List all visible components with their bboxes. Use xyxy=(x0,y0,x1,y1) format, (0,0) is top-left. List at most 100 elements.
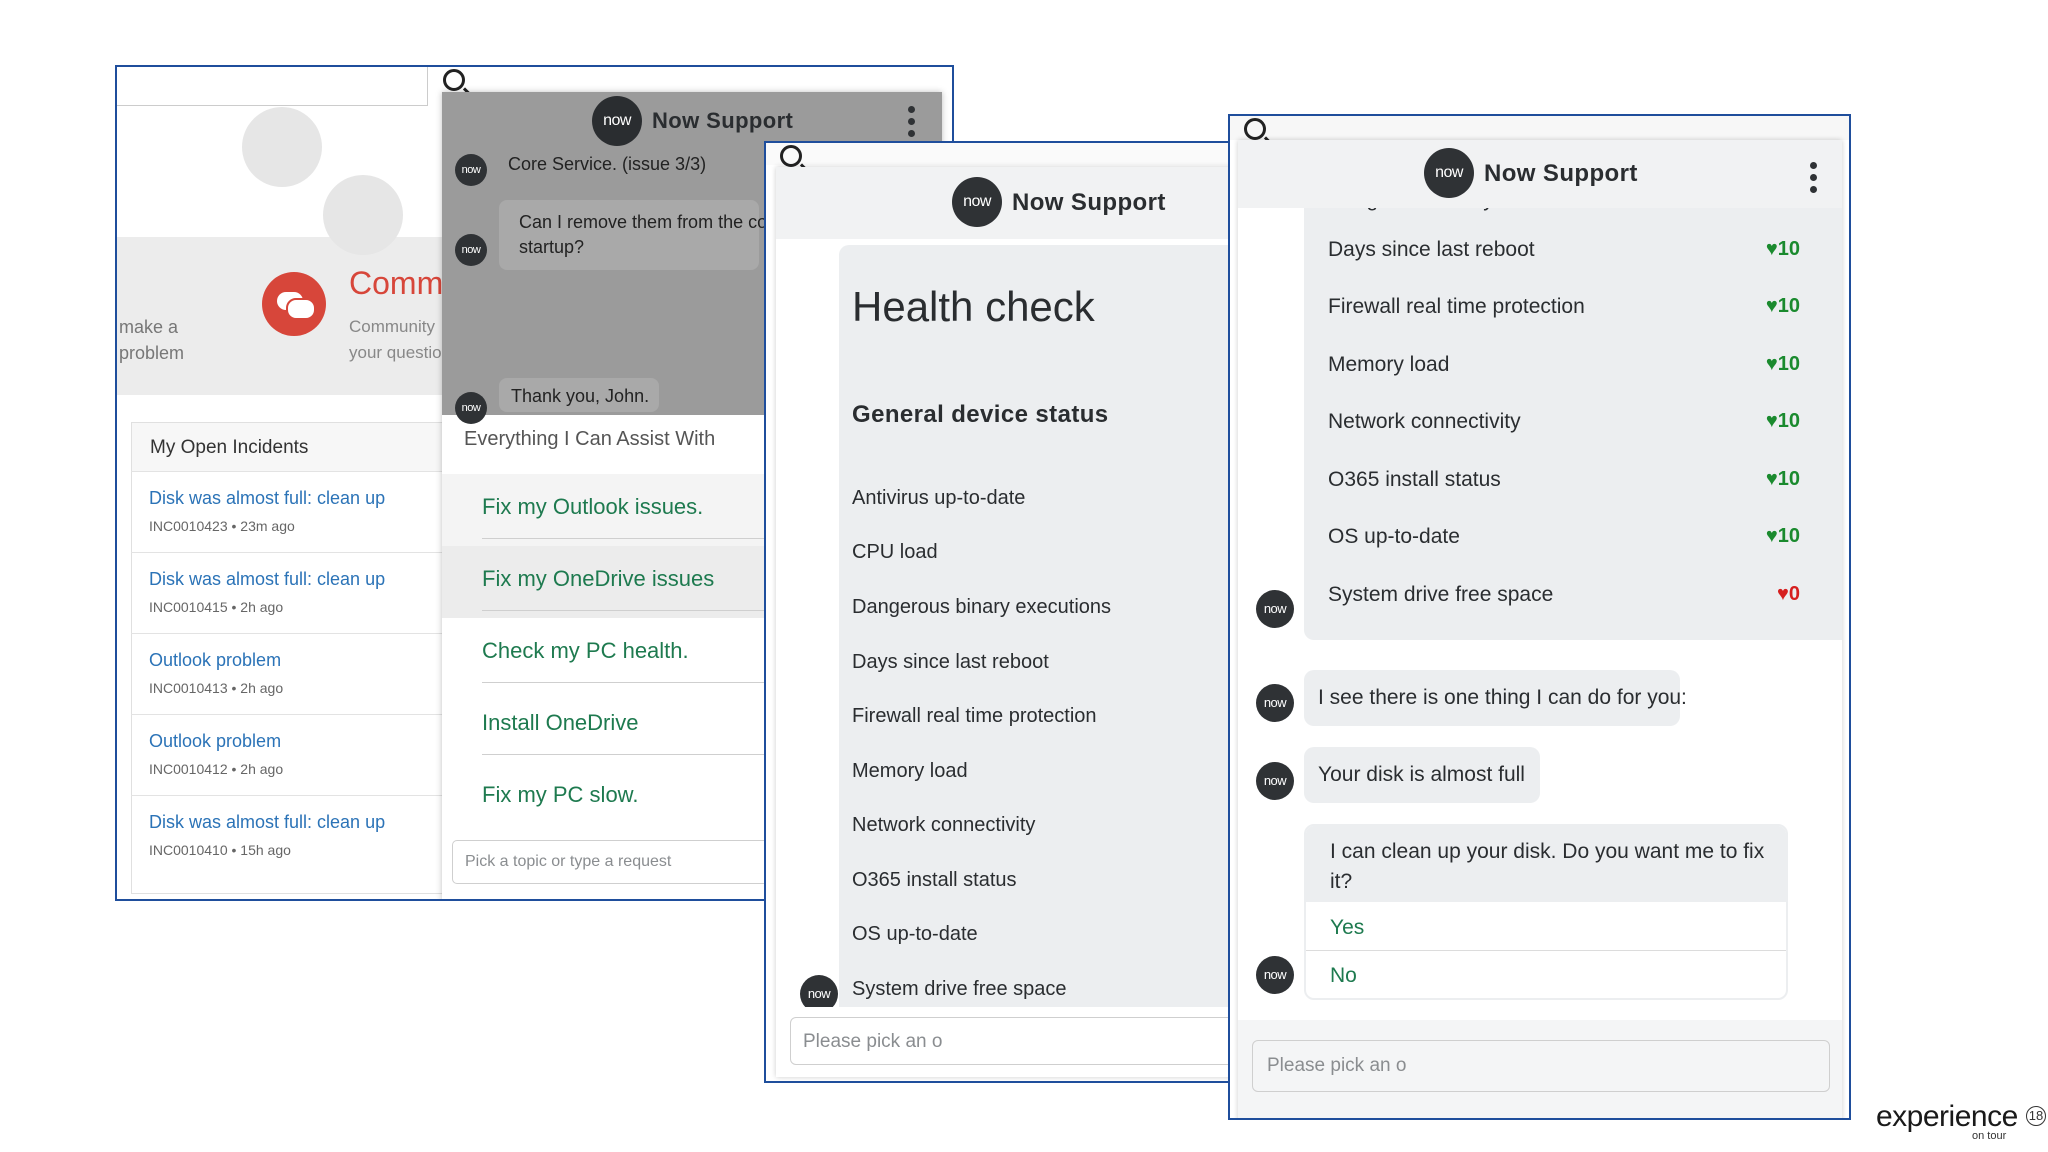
page-strip xyxy=(1230,116,1849,140)
now-avatar: now xyxy=(1256,590,1294,628)
stat-label: Network connectivity xyxy=(1328,410,1521,433)
option-no-button[interactable]: No xyxy=(1330,964,1357,988)
question-text: it? xyxy=(1330,870,1353,893)
now-avatar: now xyxy=(455,154,487,186)
stat-value: ♥0 xyxy=(1777,583,1800,605)
incident-row[interactable]: Outlook problem INC0010412 • 2h ago xyxy=(131,714,471,795)
incident-row[interactable]: Disk was almost full: clean up INC001041… xyxy=(131,795,471,876)
stat-row: Memory load ♥10 xyxy=(1328,337,1828,394)
chat-input-placeholder: Pick a topic or type a request xyxy=(465,853,672,870)
chat-widget: now Now Support Health check General dev… xyxy=(776,167,1255,1077)
more-menu-icon[interactable] xyxy=(908,106,915,142)
stat-row: OS up-to-date ♥10 xyxy=(1328,509,1828,566)
now-avatar: now xyxy=(1256,684,1294,722)
chip-onedrive[interactable]: Fix my OneDrive issues xyxy=(482,566,802,592)
chat-input-placeholder: Please pick an o xyxy=(1267,1055,1407,1076)
health-item: System drive free space xyxy=(852,978,1067,1000)
stat-label: OS up-to-date xyxy=(1328,525,1460,548)
health-title: Health check xyxy=(852,283,1095,330)
now-avatar: now xyxy=(1256,762,1294,800)
stat-value: ♥10 xyxy=(1765,353,1800,375)
stat-value: ♥10 xyxy=(1765,238,1800,260)
logo-subtext: on tour xyxy=(1972,1130,2007,1142)
chat-input-placeholder: Please pick an o xyxy=(803,1031,943,1052)
portal-search-bar[interactable] xyxy=(117,67,428,106)
chip-pc-slow[interactable]: Fix my PC slow. xyxy=(482,782,802,808)
assist-header: Everything I Can Assist With xyxy=(464,428,716,450)
chat-bubble: I see there is one thing I can do for yo… xyxy=(1304,670,1687,726)
stat-value: ♥10 xyxy=(1765,295,1800,317)
incident-link[interactable]: Disk was almost full: clean up xyxy=(149,488,385,509)
option-yes-button[interactable]: Yes xyxy=(1330,916,1364,940)
chat-header-title: Now Support xyxy=(1012,189,1166,216)
incident-link[interactable]: Disk was almost full: clean up xyxy=(149,812,385,833)
incident-row[interactable]: Disk was almost full: clean up INC001042… xyxy=(131,471,471,552)
health-item: Days since last reboot xyxy=(852,651,1049,673)
chat-message: I see there is one thing I can do for yo… xyxy=(1318,686,1687,709)
community-title[interactable]: Comm xyxy=(349,265,443,302)
stat-value: ♥10 xyxy=(1765,468,1800,490)
chat-message: Thank you, John. xyxy=(511,386,650,406)
incidents-header-label: My Open Incidents xyxy=(150,437,309,458)
incident-link[interactable]: Disk was almost full: clean up xyxy=(149,569,385,590)
incident-link[interactable]: Outlook problem xyxy=(149,731,281,752)
stat-label: Days since last reboot xyxy=(1328,238,1535,261)
incident-row[interactable]: Outlook problem INC0010413 • 2h ago xyxy=(131,633,471,714)
hero-text: problem xyxy=(119,343,185,363)
community-icon[interactable] xyxy=(262,272,326,336)
now-avatar: now xyxy=(1424,148,1474,198)
chip-install-onedrive[interactable]: Install OneDrive xyxy=(482,710,802,736)
incident-meta: INC0010423 • 23m ago xyxy=(149,518,295,534)
logo-text: experience xyxy=(1876,1100,2018,1133)
chip-outlook[interactable]: Fix my Outlook issues. xyxy=(482,494,802,520)
results-frame: Dangerous binary executions ♥10 now Now … xyxy=(1228,114,1851,1120)
incident-row[interactable]: Disk was almost full: clean up INC001041… xyxy=(131,552,471,633)
stat-label: System drive free space xyxy=(1328,583,1554,606)
incident-meta: INC0010413 • 2h ago xyxy=(149,680,284,696)
chat-header-title: Now Support xyxy=(652,108,794,133)
decorative-circle xyxy=(242,107,322,187)
health-item: OS up-to-date xyxy=(852,923,978,945)
chat-bubble: Can I remove them from the con startup? xyxy=(499,200,777,270)
health-item: Network connectivity xyxy=(852,814,1036,836)
health-item: Dangerous binary executions xyxy=(852,596,1112,618)
incident-link[interactable]: Outlook problem xyxy=(149,650,281,671)
health-item: Firewall real time protection xyxy=(852,705,1097,727)
chat-message: Can I remove them from the con xyxy=(519,212,778,232)
now-avatar: now xyxy=(455,392,487,424)
option-divider xyxy=(1306,950,1786,951)
health-item: CPU load xyxy=(852,541,938,563)
decorative-circle xyxy=(323,175,403,255)
page-strip xyxy=(766,143,1255,165)
section-title: General device status xyxy=(852,401,1109,428)
search-icon[interactable] xyxy=(443,69,465,91)
community-description: Community xyxy=(349,317,435,336)
more-menu-icon[interactable] xyxy=(1810,162,1817,198)
question-text: I can clean up your disk. Do you want me… xyxy=(1330,840,1765,863)
chat-message: startup? xyxy=(519,237,585,257)
chat-bubble: Your disk is almost full xyxy=(1304,747,1540,803)
question-card: I can clean up your disk. Do you want me… xyxy=(1304,824,1788,1000)
incident-meta: INC0010415 • 2h ago xyxy=(149,599,284,615)
health-item: O365 install status xyxy=(852,869,1017,891)
logo-mark: 18 xyxy=(2026,1106,2046,1126)
chat-widget: Dangerous binary executions ♥10 now Now … xyxy=(1238,140,1842,1118)
chat-input[interactable]: Please pick an o xyxy=(790,1017,1255,1065)
health-item: Antivirus up-to-date xyxy=(852,487,1026,509)
experience-logo: experience on tour 18 xyxy=(1876,1100,2046,1150)
stat-row: System drive free space ♥0 xyxy=(1328,567,1828,624)
healthcheck-frame: now Now Support Health check General dev… xyxy=(764,141,1257,1083)
question-header xyxy=(1306,826,1786,902)
now-avatar: now xyxy=(455,234,487,266)
stat-label: Memory load xyxy=(1328,353,1450,376)
incidents-header: My Open Incidents xyxy=(132,423,472,472)
health-item: Memory load xyxy=(852,760,968,782)
search-icon[interactable] xyxy=(1244,118,1266,140)
chat-header-title: Now Support xyxy=(1484,160,1638,187)
community-description: your questio xyxy=(349,343,442,362)
chat-input[interactable]: Please pick an o xyxy=(1252,1040,1830,1092)
search-icon[interactable] xyxy=(780,145,802,167)
stat-row: Firewall real time protection ♥10 xyxy=(1328,279,1828,336)
incident-meta: INC0010410 • 15h ago xyxy=(149,842,291,858)
chip-pc-health[interactable]: Check my PC health. xyxy=(482,638,802,664)
